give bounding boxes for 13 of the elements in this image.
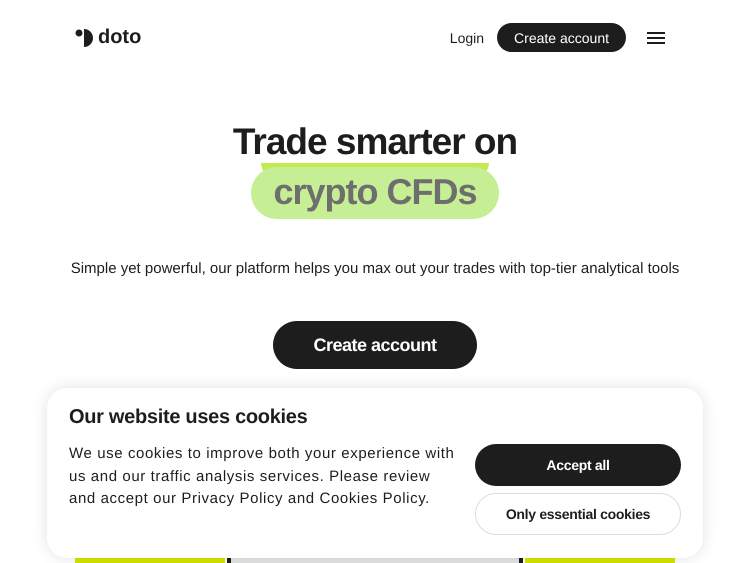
cta-button[interactable]: Create account xyxy=(273,321,477,369)
highlighted-word: crypto CFDs xyxy=(251,167,499,219)
logo-text: doto xyxy=(98,26,142,49)
accept-all-button[interactable]: Accept all xyxy=(475,444,681,486)
create-account-button[interactable]: Create account xyxy=(497,23,626,52)
login-link[interactable]: Login xyxy=(450,30,484,46)
hero-subtitle: Simple yet powerful, our platform helps you max out your trades with top-tier analytical tools xyxy=(70,259,680,278)
essential-cookies-button[interactable]: Only essential cookies xyxy=(475,493,681,535)
menu-icon[interactable] xyxy=(647,32,665,44)
hero-title: Trade smarter on xyxy=(232,120,518,164)
logo-icon xyxy=(75,28,95,48)
cookie-title: Our website uses cookies xyxy=(69,406,308,429)
cookie-text: We use cookies to improve both your experience with us and our traffic analysis services. Please review and accept our Privacy Policy and Cookies Policy. xyxy=(69,444,456,510)
